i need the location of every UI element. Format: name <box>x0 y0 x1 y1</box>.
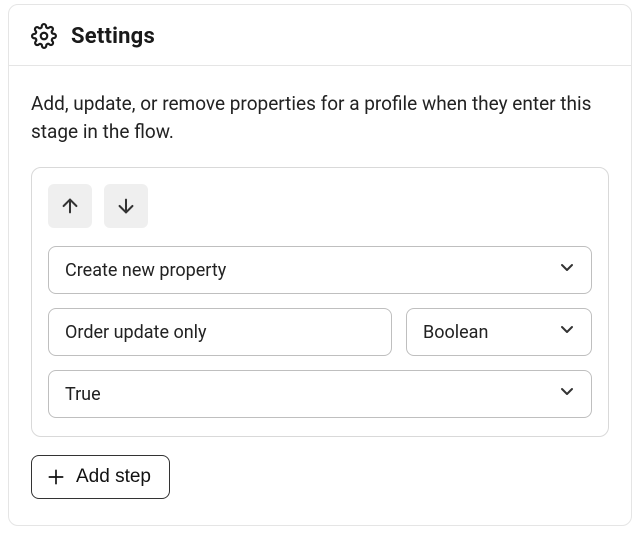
chevron-down-icon <box>557 382 577 407</box>
gear-icon <box>31 23 57 49</box>
panel-description: Add, update, or remove properties for a … <box>31 90 609 145</box>
panel-body: Add, update, or remove properties for a … <box>9 66 631 525</box>
value-select-value: True <box>65 384 101 405</box>
property-name-value: Order update only <box>65 322 207 343</box>
plus-icon <box>46 467 66 487</box>
type-select-value: Boolean <box>423 322 488 343</box>
value-select[interactable]: True <box>48 370 592 418</box>
panel-title: Settings <box>71 24 155 49</box>
add-step-row: Add step <box>31 455 609 499</box>
type-select[interactable]: Boolean <box>406 308 592 356</box>
action-select-value: Create new property <box>65 260 226 281</box>
reorder-controls <box>48 184 592 228</box>
chevron-down-icon <box>557 258 577 283</box>
add-step-button[interactable]: Add step <box>31 455 170 499</box>
action-select[interactable]: Create new property <box>48 246 592 294</box>
step-card: Create new property Order update only Bo… <box>31 167 609 437</box>
move-down-button[interactable] <box>104 184 148 228</box>
panel-header: Settings <box>9 5 631 66</box>
arrow-down-icon <box>115 195 137 217</box>
property-name-input[interactable]: Order update only <box>48 308 392 356</box>
chevron-down-icon <box>557 320 577 345</box>
move-up-button[interactable] <box>48 184 92 228</box>
arrow-up-icon <box>59 195 81 217</box>
add-step-label: Add step <box>76 466 151 488</box>
settings-panel: Settings Add, update, or remove properti… <box>8 4 632 526</box>
